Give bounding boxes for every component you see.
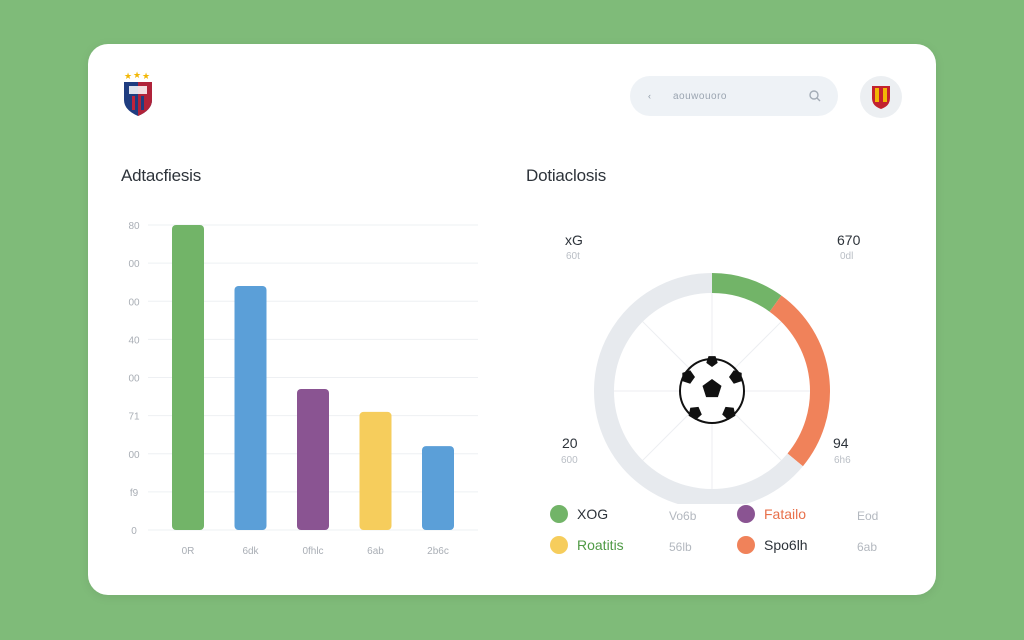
club-badge-icon (872, 86, 890, 109)
legend-swatch (550, 536, 568, 554)
legend-label: Spo6lh (764, 537, 808, 553)
donut-label-main: 94 (833, 435, 849, 451)
svg-text:★: ★ (124, 71, 132, 81)
team-crest-logo[interactable]: ★ ★ ★ (120, 70, 156, 118)
donut-label-main: 670 (837, 232, 861, 248)
legend-swatch (737, 505, 755, 523)
legend-item[interactable]: Roatitis (550, 536, 624, 554)
bar[interactable] (297, 388, 329, 530)
bar[interactable] (172, 225, 204, 530)
search-bar[interactable]: ‹ aouwouoro (630, 76, 838, 116)
search-input[interactable]: aouwouoro (673, 91, 808, 102)
y-tick-label: f9 (130, 488, 139, 499)
legend-label: Roatitis (577, 537, 624, 553)
legend-label: XOG (577, 506, 609, 522)
legend-value: Vo6b (669, 509, 697, 523)
donut-label-main: xG (565, 232, 583, 248)
donut-label-sub: 6h6 (834, 455, 851, 466)
donut-label-main: 20 (562, 435, 578, 451)
legend-value: 6ab (857, 540, 878, 554)
y-tick-label: 00 (128, 450, 140, 461)
svg-text:★: ★ (142, 71, 150, 81)
legend-value: Eod (857, 509, 879, 523)
y-tick-label: 00 (128, 297, 140, 308)
y-tick-label: 00 (128, 259, 140, 270)
x-tick-label: 0R (182, 546, 195, 557)
legend-item[interactable]: XOG (550, 505, 608, 523)
x-tick-label: 0fhlc (302, 546, 323, 557)
soccer-ball-icon (679, 356, 745, 424)
x-tick-label: 6dk (242, 546, 259, 557)
legend-value: 56lb (669, 540, 692, 554)
avatar[interactable] (860, 76, 902, 118)
donut-segment[interactable] (711, 273, 782, 312)
donut-label-sub: 60t (566, 251, 580, 262)
donut-chart-title: Dotiaclosis (526, 166, 606, 185)
x-tick-label: 2b6c (427, 546, 449, 557)
x-tick-label: 6ab (367, 546, 384, 557)
donut-label-sub: 600 (561, 455, 578, 466)
donut-segment[interactable] (769, 295, 830, 467)
y-tick-label: 40 (128, 335, 140, 346)
y-tick-label: 00 (128, 374, 140, 385)
bar-chart: 80 00 00 40 00 71 00 f9 0 0R 6dk 0fhlc 6ab 2b6c (128, 221, 478, 557)
bar[interactable] (422, 446, 454, 530)
y-tick-label: 71 (128, 412, 140, 423)
legend-item[interactable]: Spo6lh (737, 536, 808, 554)
y-tick-label: 80 (128, 221, 140, 232)
legend-item[interactable]: Fatailo (737, 505, 806, 523)
search-prefix-icon: ‹ (648, 91, 651, 101)
legend-label: Fatailo (764, 506, 807, 522)
legend-swatch (550, 505, 568, 523)
bar[interactable] (359, 411, 392, 530)
bar-chart-title: Adtacfiesis (121, 166, 202, 185)
svg-text:★: ★ (133, 70, 141, 80)
search-icon[interactable] (808, 89, 822, 103)
donut-label-sub: 0dl (840, 251, 854, 262)
dashboard-card: ★ ★ ★ ‹ aouwouoro Adtacfiesis Dotiaclosi… (88, 44, 936, 595)
bar[interactable] (234, 286, 267, 530)
y-tick-label: 0 (131, 526, 137, 537)
legend-swatch (737, 536, 755, 554)
